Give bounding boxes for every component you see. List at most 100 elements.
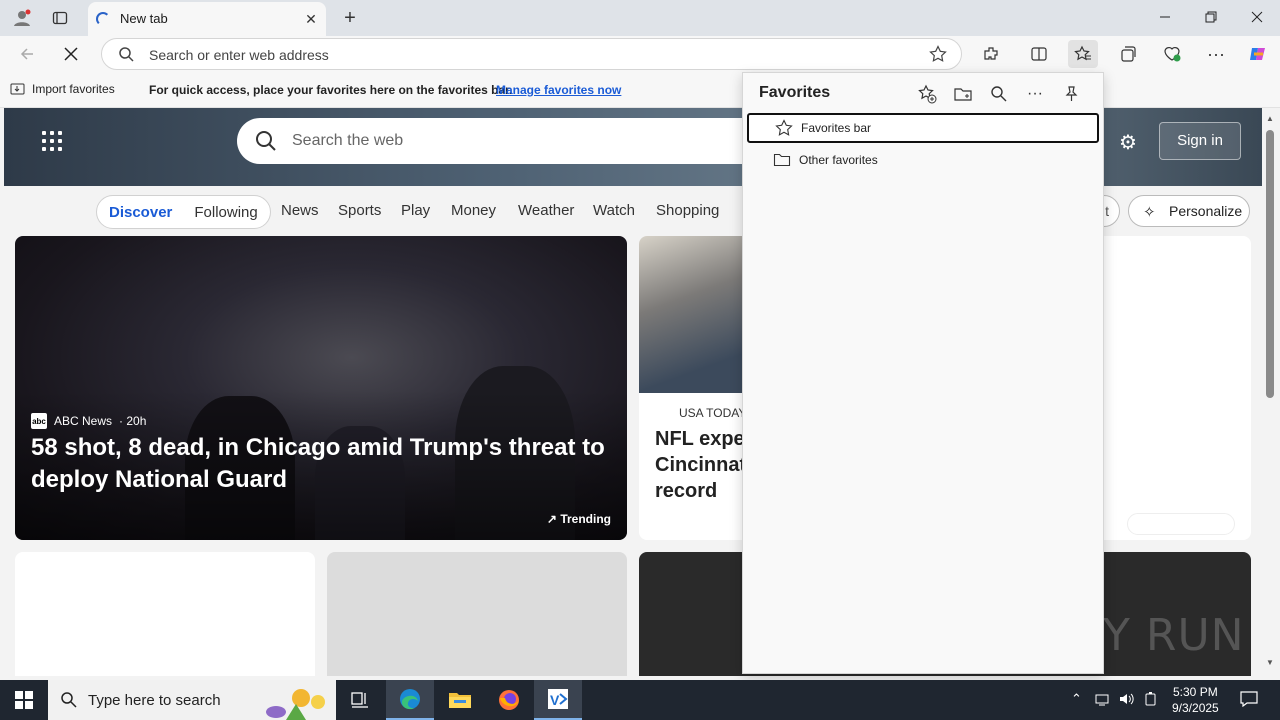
import-favorites-label: Import favorites	[32, 82, 115, 96]
app-launcher-icon[interactable]	[42, 131, 62, 151]
headline-line: NFL exper	[655, 428, 745, 450]
news-card-placeholder[interactable]	[15, 552, 315, 676]
nav-shopping[interactable]: Shopping	[656, 202, 719, 219]
nav-watch[interactable]: Watch	[593, 202, 635, 219]
favorites-folder-label: Favorites bar	[801, 121, 872, 135]
web-search-placeholder: Search the web	[292, 132, 404, 149]
card-headline[interactable]: NFL exper Cincinnati record	[655, 426, 745, 504]
windows-logo-icon	[15, 691, 33, 709]
new-tab-button[interactable]: +	[338, 6, 362, 30]
import-icon	[10, 83, 25, 95]
feed-toggle: Discover Following	[96, 195, 271, 229]
title-bar: New tab ✕ +	[0, 0, 1280, 36]
card-source: USA TODAY	[679, 406, 747, 420]
split-screen-icon[interactable]	[1024, 40, 1054, 68]
more-options-icon[interactable]: ···	[1023, 82, 1047, 106]
network-icon[interactable]	[1094, 691, 1110, 710]
scroll-up-arrow-icon[interactable]: ▲	[1266, 114, 1274, 123]
favorites-bar-folder[interactable]: Favorites bar	[747, 113, 1099, 143]
favorites-panel-title: Favorites	[759, 84, 831, 101]
taskbar-search-box[interactable]: Type here to search	[48, 680, 336, 720]
headline-line: record	[655, 480, 718, 502]
collections-icon[interactable]	[1113, 40, 1143, 68]
tab-new-tab[interactable]: New tab ✕	[88, 2, 326, 36]
extensions-icon[interactable]	[976, 40, 1006, 68]
tab-discover[interactable]: Discover	[109, 204, 172, 221]
tab-actions-icon[interactable]	[48, 6, 72, 30]
navigation-bar: Search or enter web address ···	[0, 36, 1280, 72]
pin-icon[interactable]	[1059, 82, 1083, 106]
clock-time: 5:30 PM	[1173, 685, 1218, 699]
main-news-card[interactable]: abc ABC News · 20h 58 shot, 8 dead, in C…	[15, 236, 627, 540]
card-image	[639, 236, 743, 393]
show-hidden-icons-chevron-icon[interactable]: ⌃	[1071, 691, 1082, 707]
svg-text:V: V	[550, 692, 560, 708]
copilot-icon[interactable]	[1243, 40, 1273, 68]
web-search-box[interactable]: Search the web	[237, 118, 777, 164]
favorites-panel: Favorites ··· Favorites bar Other favori…	[742, 72, 1104, 674]
favorites-bar-hint: For quick access, place your favorites h…	[149, 83, 513, 97]
scroll-thumb[interactable]	[1266, 130, 1274, 398]
battery-icon[interactable]	[1143, 691, 1159, 710]
address-bar[interactable]: Search or enter web address	[101, 38, 962, 70]
search-highlight-flowers-icon	[266, 689, 325, 720]
star-icon	[775, 119, 793, 136]
windows-taskbar: Type here to search V ⌃ 5:30 PM 9/3/2025	[0, 680, 1280, 720]
more-options-icon[interactable]: ···	[1201, 40, 1231, 68]
stop-loading-button[interactable]	[56, 40, 86, 68]
search-favorites-icon[interactable]	[987, 82, 1011, 106]
taskbar-search-placeholder: Type here to search	[88, 692, 221, 709]
news-card-placeholder[interactable]	[327, 552, 627, 676]
file-explorer-icon[interactable]	[436, 680, 484, 720]
sign-in-button[interactable]: Sign in	[1159, 122, 1241, 160]
card-source: abc ABC News · 20h	[31, 413, 146, 429]
notifications-icon[interactable]	[1240, 691, 1258, 710]
settings-gear-icon[interactable]: ⚙	[1119, 130, 1137, 155]
edge-browser-icon[interactable]	[386, 680, 434, 720]
trending-badge: ↗ Trending	[547, 512, 611, 526]
nav-play[interactable]: Play	[401, 202, 430, 219]
nav-weather[interactable]: Weather	[518, 202, 574, 219]
search-icon	[118, 46, 134, 65]
volume-icon[interactable]	[1118, 691, 1134, 710]
tab-following[interactable]: Following	[194, 204, 257, 221]
clock-date: 9/3/2025	[1172, 701, 1219, 715]
task-view-icon[interactable]	[336, 680, 384, 720]
other-favorites-folder[interactable]: Other favorites	[747, 145, 1099, 175]
abc-news-logo: abc	[31, 413, 47, 429]
close-tab-icon[interactable]: ✕	[302, 10, 320, 28]
page-scrollbar[interactable]: ▲ ▼	[1262, 108, 1280, 676]
card-headline[interactable]: 58 shot, 8 dead, in Chicago amid Trump's…	[31, 432, 611, 496]
firefox-icon[interactable]	[485, 680, 533, 720]
placeholder-pill	[1127, 513, 1235, 535]
visual-studio-code-icon[interactable]: V	[534, 680, 582, 720]
loading-spinner-icon	[96, 12, 110, 26]
add-folder-icon[interactable]	[951, 82, 975, 106]
profile-icon[interactable]	[10, 6, 34, 30]
browser-essentials-icon[interactable]	[1157, 40, 1187, 68]
minimize-button[interactable]	[1142, 0, 1188, 34]
system-clock[interactable]: 5:30 PM 9/3/2025	[1172, 684, 1219, 716]
nav-news[interactable]: News	[281, 202, 319, 219]
personalize-button[interactable]: ✧ Personalize	[1128, 195, 1250, 227]
trending-label: Trending	[560, 512, 611, 526]
start-button[interactable]	[0, 680, 48, 720]
restore-button[interactable]	[1188, 0, 1234, 34]
favorites-folder-label: Other favorites	[799, 153, 878, 167]
add-favorite-star-icon[interactable]	[929, 45, 947, 66]
manage-favorites-link[interactable]: Manage favorites now	[496, 83, 621, 97]
scroll-down-arrow-icon[interactable]: ▼	[1266, 658, 1274, 667]
nav-money[interactable]: Money	[451, 202, 496, 219]
back-button[interactable]	[12, 40, 42, 68]
add-this-page-icon[interactable]	[915, 82, 939, 106]
close-window-button[interactable]	[1234, 0, 1280, 34]
personalize-label: Personalize	[1169, 203, 1243, 219]
search-icon	[61, 692, 77, 708]
address-placeholder: Search or enter web address	[149, 47, 329, 63]
favorites-icon[interactable]	[1068, 40, 1098, 68]
import-favorites-button[interactable]: Import favorites	[10, 82, 115, 96]
personalize-icon: ✧	[1143, 204, 1156, 221]
source-name: ABC News	[54, 414, 113, 428]
trending-icon: ↗	[546, 512, 557, 526]
nav-sports[interactable]: Sports	[338, 202, 381, 219]
